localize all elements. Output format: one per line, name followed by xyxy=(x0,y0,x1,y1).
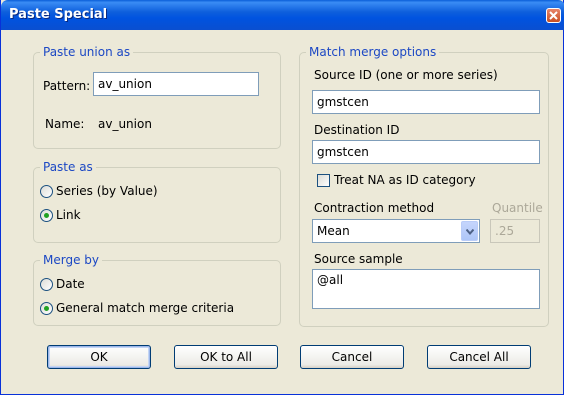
radio-date[interactable] xyxy=(40,278,53,291)
ok-to-all-button[interactable]: OK to All xyxy=(174,345,278,369)
treat-na-label[interactable]: Treat NA as ID category xyxy=(334,173,476,187)
radio-series-by-value[interactable] xyxy=(40,185,53,198)
pattern-input[interactable]: av_union xyxy=(93,72,259,96)
match-merge-legend: Match merge options xyxy=(306,45,440,59)
radio-selected-dot xyxy=(44,306,49,311)
source-sample-label: Source sample xyxy=(314,252,403,266)
radio-general-match-merge-label[interactable]: General match merge criteria xyxy=(56,301,234,315)
paste-union-group: Paste union as Pattern: av_union Name: a… xyxy=(33,45,281,149)
dialog-body: Paste union as Pattern: av_union Name: a… xyxy=(5,30,559,390)
source-id-label: Source ID (one or more series) xyxy=(314,68,498,82)
paste-as-legend: Paste as xyxy=(40,160,96,174)
source-id-input[interactable]: gmstcen xyxy=(312,90,540,114)
radio-date-label[interactable]: Date xyxy=(56,277,85,291)
chevron-down-icon xyxy=(466,229,474,235)
close-icon xyxy=(549,11,558,20)
cancel-button[interactable]: Cancel xyxy=(300,345,404,369)
radio-link-label[interactable]: Link xyxy=(56,208,81,222)
radio-series-by-value-label[interactable]: Series (by Value) xyxy=(56,184,158,198)
name-label: Name: xyxy=(45,117,85,131)
destination-id-input[interactable]: gmstcen xyxy=(312,140,540,164)
radio-general-match-merge[interactable] xyxy=(40,302,53,315)
merge-by-group: Merge by Date General match merge criter… xyxy=(33,253,281,326)
source-sample-input[interactable]: @all xyxy=(312,269,540,309)
name-value: av_union xyxy=(98,117,152,131)
contraction-method-value: Mean xyxy=(317,224,350,238)
merge-by-legend: Merge by xyxy=(40,253,102,267)
contraction-method-select[interactable]: Mean xyxy=(312,219,480,243)
destination-id-label: Destination ID xyxy=(314,123,400,137)
dropdown-button[interactable] xyxy=(461,221,478,241)
radio-link[interactable] xyxy=(40,209,53,222)
window-title: Paste Special xyxy=(9,7,108,22)
match-merge-group: Match merge options Source ID (one or mo… xyxy=(299,45,549,327)
title-bar[interactable]: Paste Special xyxy=(1,0,564,30)
ok-button[interactable]: OK xyxy=(47,345,151,369)
treat-na-checkbox[interactable] xyxy=(317,174,330,187)
paste-union-legend: Paste union as xyxy=(40,45,134,59)
close-button[interactable] xyxy=(546,8,561,23)
paste-as-group: Paste as Series (by Value) Link xyxy=(33,160,281,243)
paste-special-dialog: Paste Special Paste union as Pattern: av… xyxy=(0,0,564,395)
quantile-label: Quantile xyxy=(492,201,543,215)
contraction-method-label: Contraction method xyxy=(314,201,435,215)
quantile-input: .25 xyxy=(490,219,540,243)
pattern-label: Pattern: xyxy=(43,79,91,93)
radio-selected-dot xyxy=(44,213,49,218)
cancel-all-button[interactable]: Cancel All xyxy=(427,345,531,369)
